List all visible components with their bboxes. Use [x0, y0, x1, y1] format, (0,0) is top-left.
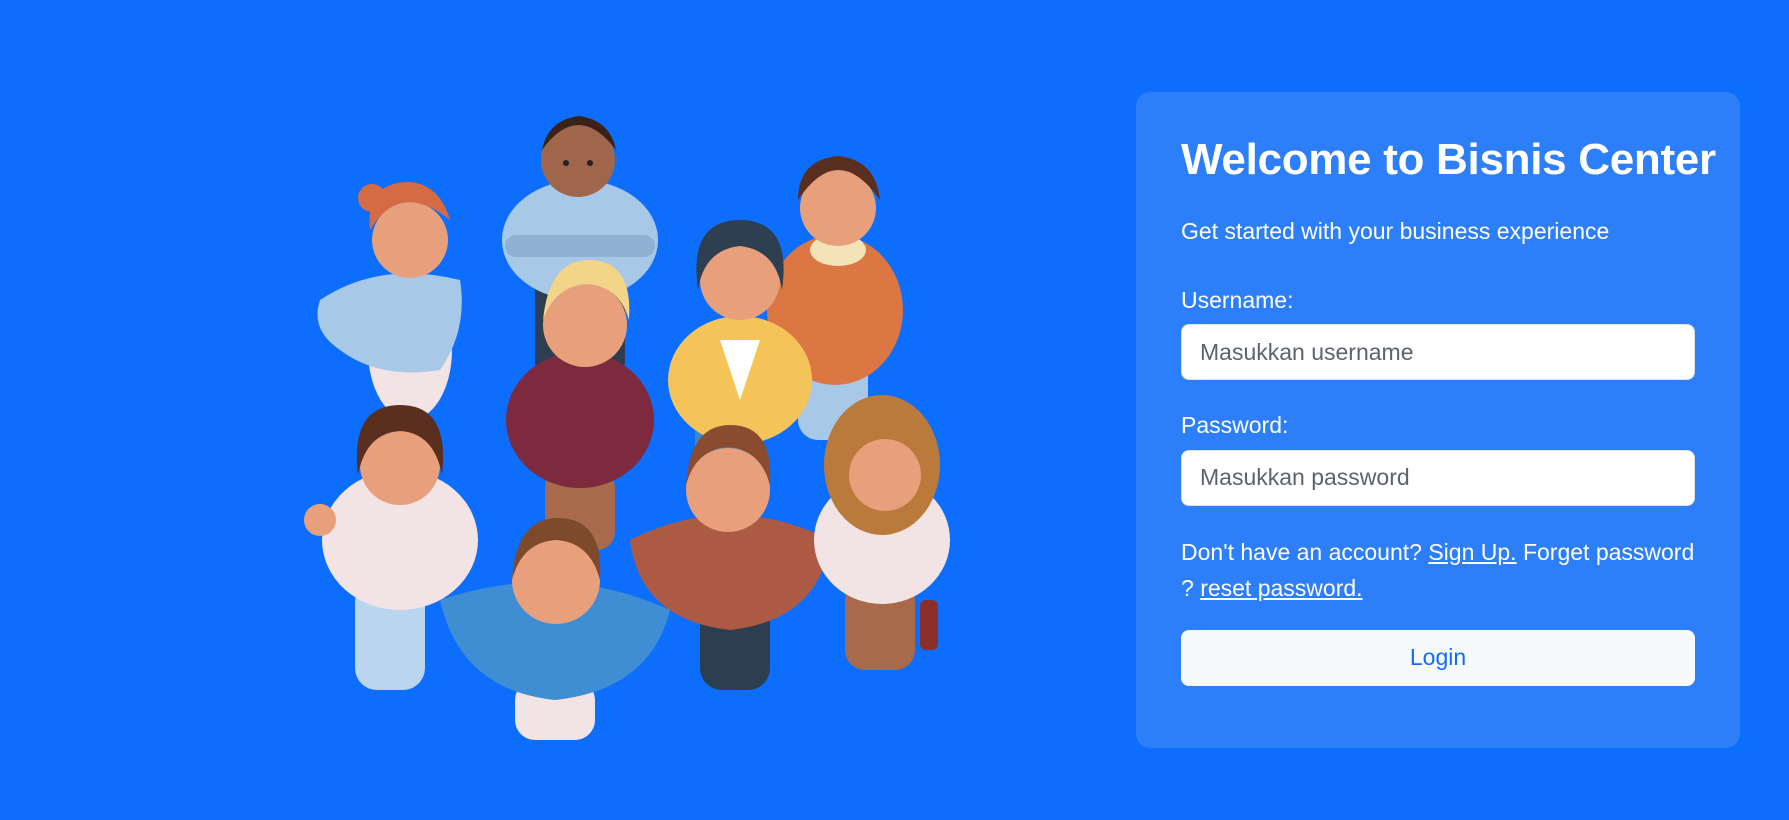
username-input[interactable]	[1181, 324, 1695, 381]
username-label: Username:	[1181, 286, 1294, 313]
people-illustration	[300, 80, 980, 750]
account-help-text: Don't have an account? Sign Up. Forget p…	[1181, 534, 1695, 606]
login-card: Welcome to Bisnis Center Get started wit…	[1136, 92, 1740, 748]
person-figure	[814, 395, 950, 670]
person-figure	[506, 260, 654, 550]
reset-password-link[interactable]: reset password.	[1200, 575, 1362, 601]
group-people-icon	[304, 116, 950, 740]
person-figure	[317, 182, 462, 420]
login-page: Welcome to Bisnis Center Get started wit…	[0, 0, 1789, 820]
person-figure	[630, 425, 830, 690]
person-figure	[304, 405, 478, 690]
login-button[interactable]: Login	[1181, 629, 1695, 686]
password-label: Password:	[1181, 412, 1289, 439]
page-subtitle: Get started with your business experienc…	[1181, 217, 1610, 244]
no-account-text: Don't have an account?	[1181, 538, 1422, 565]
password-input[interactable]	[1181, 449, 1695, 506]
page-title: Welcome to Bisnis Center	[1181, 135, 1716, 184]
signup-link[interactable]: Sign Up.	[1428, 539, 1516, 565]
